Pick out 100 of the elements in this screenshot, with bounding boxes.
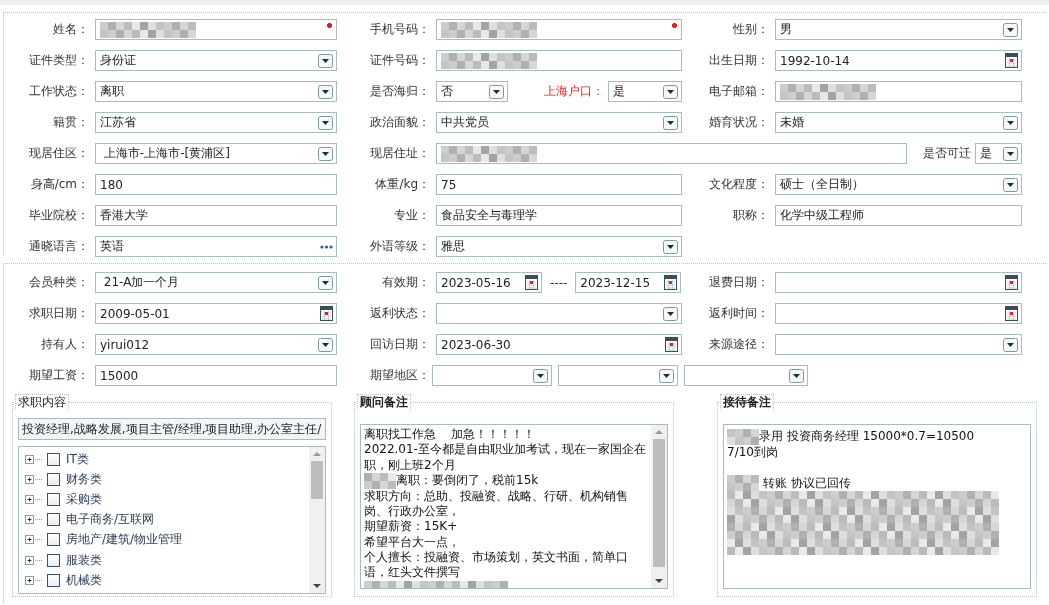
date-field[interactable]: 2009-05-01 xyxy=(95,303,337,324)
calendar-icon[interactable] xyxy=(1005,306,1018,321)
select-field[interactable]: yirui012 xyxy=(95,334,337,355)
checkbox[interactable] xyxy=(47,573,60,587)
note-line: 希望平台大一点， xyxy=(364,534,460,551)
field-label: 姓名： xyxy=(52,21,90,38)
field-label: 毕业院校： xyxy=(28,207,90,224)
category-label[interactable]: 机械类 xyxy=(66,571,102,589)
input-field[interactable]: 食品安全与毒理学 xyxy=(436,205,682,226)
select-field[interactable] xyxy=(684,365,808,386)
field-label: 退费日期： xyxy=(708,274,770,291)
calendar-icon[interactable] xyxy=(1005,275,1018,290)
input-field[interactable]: 15000 xyxy=(95,365,337,386)
select-field[interactable]: 离职 xyxy=(95,81,337,102)
note-line: 2022.01-至今都是自由职业加考试，现在一家国企在职，刚上班2个月 xyxy=(364,442,647,473)
select-value: 男 xyxy=(780,21,792,38)
field-label: 通晓语言： xyxy=(28,238,90,255)
field-value: 香港大学 xyxy=(100,207,148,224)
select-value: yirui012 xyxy=(100,337,150,352)
field-label: 期望工资： xyxy=(28,367,90,384)
note-line: 个人擅长：投融资、市场策划，英文书面，简单口语，红头文件撰写 xyxy=(364,550,629,581)
input-field[interactable] xyxy=(436,19,682,40)
select-field[interactable]: 是 xyxy=(975,143,1022,164)
category-label[interactable]: 电子商务/互联网 xyxy=(66,511,155,529)
expand-icon[interactable] xyxy=(25,515,43,525)
select-field[interactable]: 硕士（全日制） xyxy=(775,174,1022,195)
select-field[interactable]: 身份证 xyxy=(95,50,337,71)
checkbox[interactable] xyxy=(47,533,60,547)
category-label[interactable]: 财务类 xyxy=(66,470,102,488)
scrollbar[interactable] xyxy=(651,425,667,588)
date-value: 2023-05-16 xyxy=(441,275,511,290)
date-field[interactable]: 2023-05-16 xyxy=(436,272,542,293)
date-field[interactable] xyxy=(775,272,1022,293)
category-label[interactable]: IT类 xyxy=(66,450,89,468)
select-value: 硕士（全日制） xyxy=(780,176,864,193)
input-field[interactable]: 75 xyxy=(436,174,682,195)
panel-legend: 求职内容 xyxy=(15,394,69,410)
date-field[interactable]: 1992-10-14 xyxy=(775,50,1022,71)
select-field[interactable]: 江苏省 xyxy=(95,112,337,133)
calendar-icon[interactable] xyxy=(525,275,538,290)
expand-icon[interactable] xyxy=(25,575,43,585)
field-label: 是否海归： xyxy=(369,83,431,100)
scrollbar[interactable] xyxy=(309,447,325,593)
checkbox[interactable] xyxy=(47,553,60,567)
input-field[interactable]: 香港大学 xyxy=(95,205,337,226)
select-field[interactable]: 21-A加一个月 xyxy=(95,272,337,293)
calendar-icon[interactable] xyxy=(1005,53,1018,68)
select-field[interactable]: 男 xyxy=(775,19,1022,40)
select-field[interactable] xyxy=(558,365,678,386)
select-field[interactable]: 上海市-上海市-[黄浦区] xyxy=(95,143,337,164)
notes-textarea[interactable]: 离职找工作急 加急！！！！！ 2022.01-至今都是自由职业加考试，现在一家国企在职，刚上班2个月 离职：要倒闭了，税前15k 求职方向：总助、投融资、战略、行研、机构销售岗、行政办公室， 期望薪资：15K+ 希望平台大一点， 个人擅长：投融资、市场策划，英文书面，简单口语，红头文件撰写 xyxy=(360,424,668,589)
field-label: 身高/cm： xyxy=(29,176,90,193)
date-field[interactable]: 2023-12-15 xyxy=(575,272,682,293)
select-value: 中共党员 xyxy=(441,114,489,131)
select-field[interactable]: 否 xyxy=(436,81,508,102)
more-icon[interactable] xyxy=(320,244,333,249)
field-label: 工作状态： xyxy=(28,83,90,100)
note-line: 求职方向：总助、投融资、战略、行研、机构销售岗、行政办公室， xyxy=(364,488,629,520)
field-label: 政治面貌： xyxy=(369,114,431,131)
input-field[interactable] xyxy=(95,19,337,40)
field-label: 体重/kg： xyxy=(374,176,431,193)
select-field[interactable]: 是 xyxy=(608,81,682,102)
notes-textarea[interactable]: 录用 投资商务经理 15000*0.7=10500 7/10到岗 转账 协议已回传 xyxy=(723,424,1031,589)
field-label: 电子邮箱： xyxy=(708,83,770,100)
panel-legend: 接待备注 xyxy=(720,394,774,410)
calendar-icon[interactable] xyxy=(664,275,678,290)
expand-icon[interactable] xyxy=(25,454,43,464)
input-field[interactable] xyxy=(436,143,907,164)
input-field[interactable] xyxy=(775,81,1022,102)
select-field[interactable] xyxy=(775,334,1022,355)
checkbox[interactable] xyxy=(47,452,60,466)
input-field[interactable] xyxy=(436,50,682,71)
select-field[interactable]: 未婚 xyxy=(775,112,1022,133)
select-field[interactable] xyxy=(432,365,552,386)
calendar-icon[interactable] xyxy=(320,306,333,321)
expand-icon[interactable] xyxy=(25,555,43,565)
checkbox[interactable] xyxy=(47,513,60,527)
select-value: 21-A加一个月 xyxy=(102,274,180,291)
category-label[interactable]: 房地产/建筑/物业管理 xyxy=(66,531,183,549)
select-field[interactable]: 雅思 xyxy=(436,236,682,257)
category-label[interactable]: 服装类 xyxy=(66,551,102,569)
field-label: 性别： xyxy=(732,21,770,38)
input-field[interactable]: 180 xyxy=(95,174,337,195)
lookup-field[interactable]: 英语 xyxy=(95,236,337,257)
select-field[interactable]: 中共党员 xyxy=(436,112,682,133)
checkbox[interactable] xyxy=(47,492,60,506)
date-field[interactable] xyxy=(775,303,1022,324)
select-field[interactable] xyxy=(436,303,682,324)
calendar-icon[interactable] xyxy=(665,337,678,352)
expand-icon[interactable] xyxy=(25,535,43,545)
range-separator: ---- xyxy=(550,275,568,290)
input-field[interactable]: 化学中级工程师 xyxy=(775,205,1022,226)
expand-icon[interactable] xyxy=(25,494,43,504)
category-label[interactable]: 采购类 xyxy=(66,490,102,508)
checkbox[interactable] xyxy=(47,472,60,486)
field-label: 有效期： xyxy=(381,274,431,291)
field-label: 是否可迁 xyxy=(922,145,972,162)
expand-icon[interactable] xyxy=(25,474,43,484)
field-label: 婚育状况： xyxy=(708,114,770,131)
date-field[interactable]: 2023-06-30 xyxy=(436,334,682,355)
